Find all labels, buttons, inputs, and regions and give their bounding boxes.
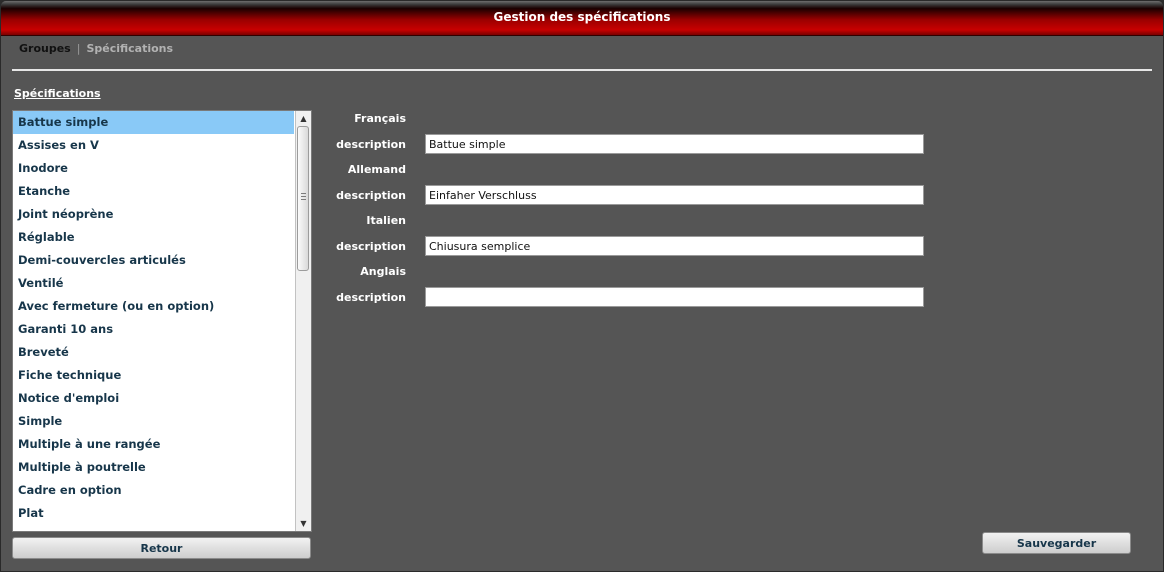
description-input-anglais[interactable] — [425, 287, 924, 307]
retour-button[interactable]: Retour — [12, 537, 311, 559]
divider — [12, 69, 1152, 71]
language-label-italien: Italien — [366, 214, 406, 227]
list-item[interactable]: Notice d'emploi — [13, 387, 294, 410]
list-section-title: Spécifications — [14, 87, 101, 100]
window-title: Gestion des spécifications — [493, 10, 671, 24]
app-window: Gestion des spécifications Groupes | Spéci… — [0, 0, 1164, 572]
description-input-allemand[interactable] — [425, 185, 924, 205]
language-label-francais: Français — [354, 112, 406, 125]
list-item[interactable]: Garanti 10 ans — [13, 318, 294, 341]
list-item[interactable]: Plat — [13, 502, 294, 525]
list-item[interactable]: Cadre en option — [13, 479, 294, 502]
language-label-anglais: Anglais — [360, 265, 406, 278]
description-input-italien[interactable] — [425, 236, 924, 256]
language-label-allemand: Allemand — [347, 163, 406, 176]
list-item[interactable]: Breveté — [13, 341, 294, 364]
scroll-down-arrow-icon[interactable]: ▼ — [297, 517, 310, 530]
title-bar: Gestion des spécifications — [1, 1, 1163, 36]
list-item[interactable]: Fiche technique — [13, 364, 294, 387]
description-input-francais[interactable] — [425, 134, 924, 154]
tab-specifications[interactable]: Spécifications — [86, 42, 173, 55]
description-label-italien: description — [336, 240, 406, 253]
tab-groupes[interactable]: Groupes — [19, 42, 71, 55]
description-label-allemand: description — [336, 189, 406, 202]
description-label-francais: description — [336, 138, 406, 151]
tab-bar: Groupes | Spécifications — [19, 42, 173, 55]
save-button[interactable]: Sauvegarder — [982, 532, 1131, 554]
description-label-anglais: description — [336, 291, 406, 304]
tab-separator: | — [76, 42, 81, 55]
list-item[interactable]: Multiple à poutrelle — [13, 456, 294, 479]
list-item[interactable]: Simple — [13, 410, 294, 433]
list-item[interactable]: Multiple à une rangée — [13, 433, 294, 456]
